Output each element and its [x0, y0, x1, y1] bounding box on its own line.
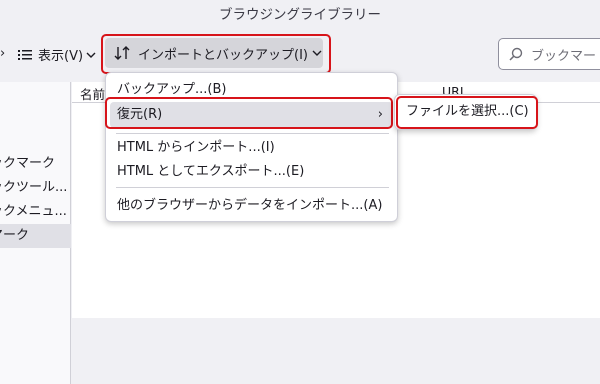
menu-item-backup[interactable]: バックアップ...(B): [110, 77, 393, 103]
list-icon: [18, 49, 32, 60]
sort-arrows-icon: [114, 46, 130, 60]
menu-separator: [116, 187, 389, 188]
sidebar-item-bookmarks[interactable]: ックマーク: [0, 152, 71, 176]
column-name[interactable]: 名前: [80, 84, 105, 103]
restore-submenu: ファイルを選択...(C): [394, 94, 537, 130]
search-placeholder: ブックマー: [531, 48, 597, 64]
views-label: 表示(V): [38, 49, 84, 64]
import-backup-menu: バックアップ...(B) 復元(R) › HTML からインポート...(I) …: [105, 72, 398, 222]
import-backup-button[interactable]: インポートとバックアップ(I): [105, 38, 323, 68]
organize-chevron-icon[interactable]: ›: [0, 46, 5, 61]
restore-label: 復元(R): [117, 107, 163, 122]
sidebar-item-menu[interactable]: ックメニュ...: [0, 200, 71, 224]
sidebar-item-toolbar[interactable]: ックツール...: [0, 176, 71, 200]
menu-item-import-html[interactable]: HTML からインポート...(I): [110, 135, 393, 161]
import-backup-label: インポートとバックアップ(I): [138, 47, 308, 63]
menu-separator: [116, 133, 389, 134]
views-button[interactable]: 表示(V): [18, 45, 96, 64]
search-input[interactable]: ブックマー: [498, 38, 600, 70]
chevron-right-icon: ›: [377, 107, 383, 122]
chevron-down-icon: [86, 52, 96, 58]
menu-item-export-html[interactable]: HTML としてエクスポート...(E): [110, 159, 393, 185]
sidebar-item-other[interactable]: マーク: [0, 224, 71, 248]
menu-item-restore[interactable]: 復元(R) ›: [110, 102, 393, 128]
details-pane: [72, 318, 600, 384]
menu-item-import-other-browser[interactable]: 他のブラウザーからデータをインポート...(A): [110, 193, 393, 219]
sidebar: ックマーク ックツール... ックメニュ... マーク: [0, 82, 71, 384]
window-title: ブラウジングライブラリー: [219, 7, 381, 23]
search-icon: [509, 47, 523, 61]
menu-item-choose-file[interactable]: ファイルを選択...(C): [399, 99, 532, 125]
chevron-down-icon: [312, 50, 322, 56]
